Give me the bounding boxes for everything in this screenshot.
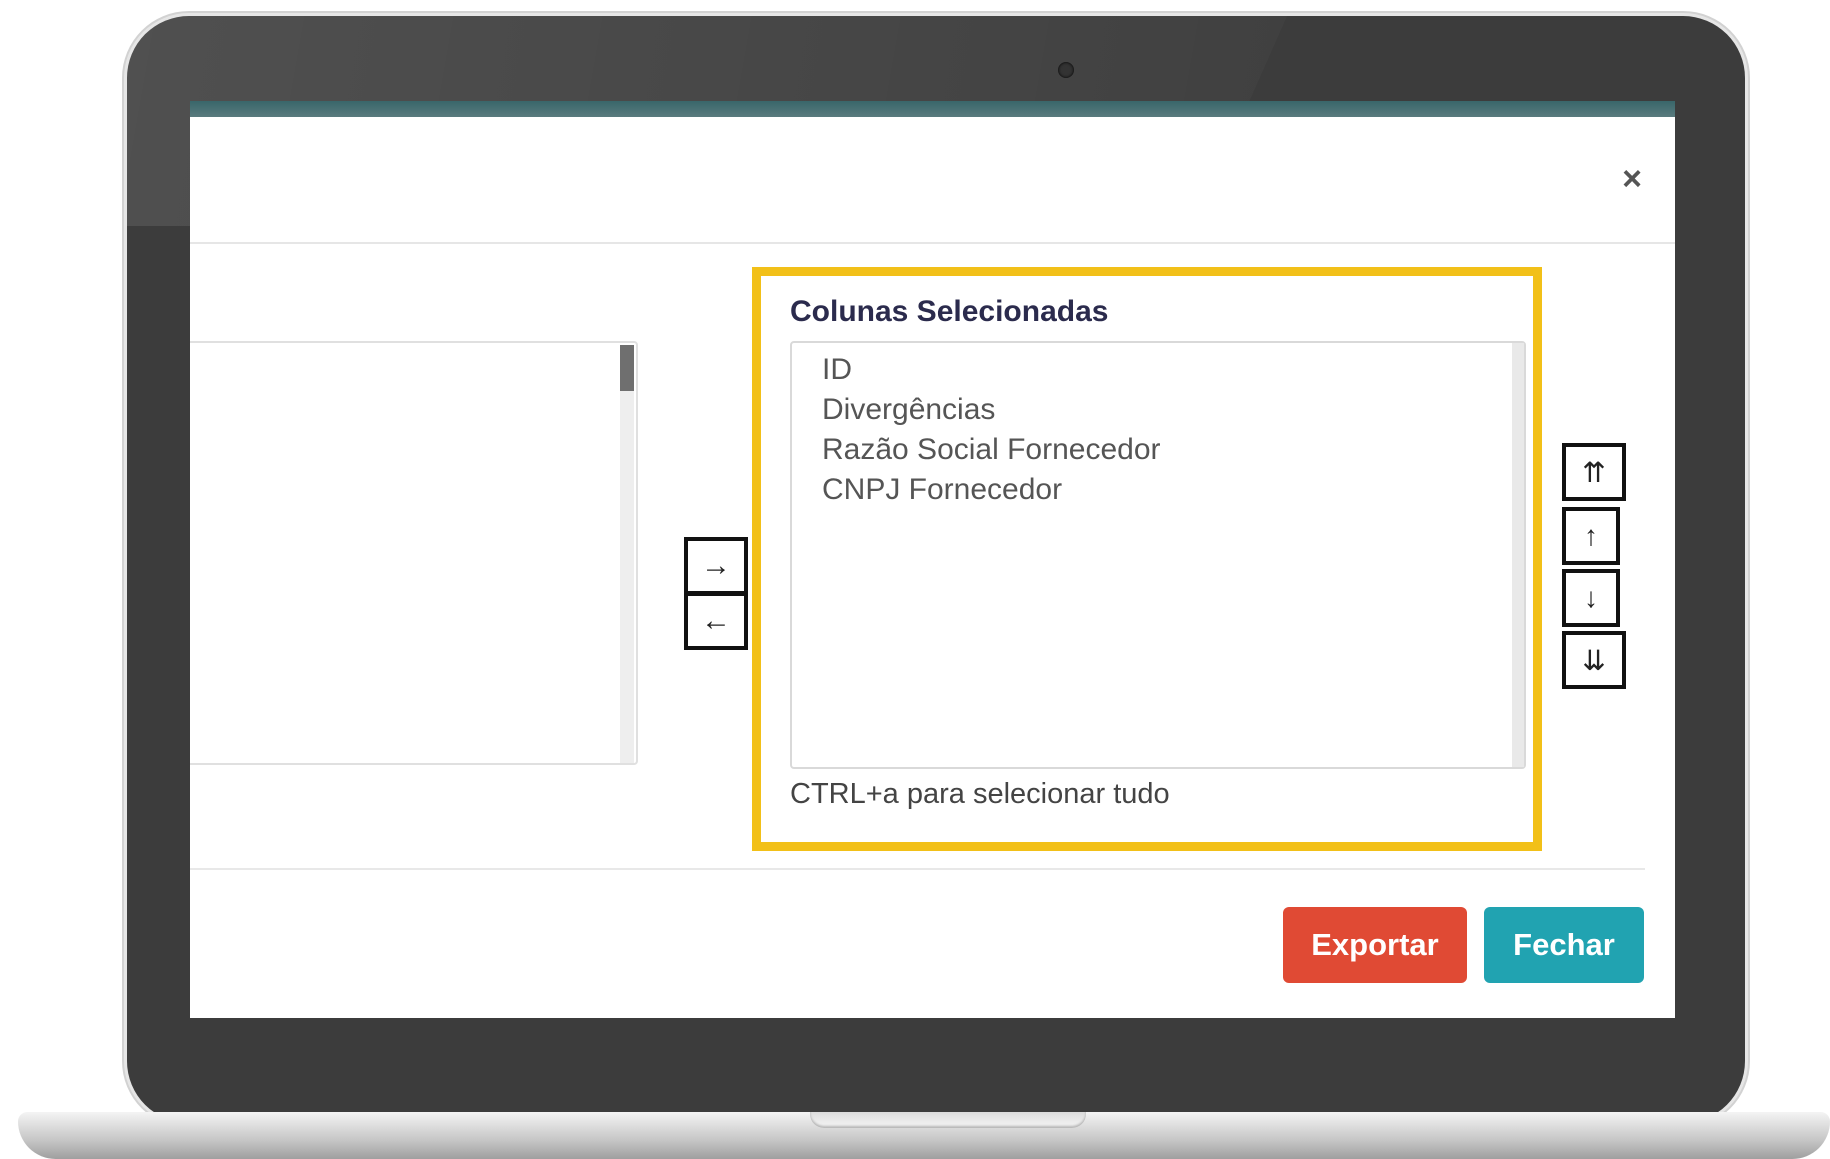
footer-divider <box>190 868 1645 870</box>
export-columns-modal: × → ← Colunas Selecionadas ID Divergênci… <box>190 117 1675 1018</box>
webcam <box>1058 62 1074 78</box>
arrow-up-icon: ↑ <box>1584 520 1598 551</box>
select-all-hint: CTRL+a para selecionar tudo <box>790 778 1170 810</box>
close-button[interactable]: Fechar <box>1484 907 1644 983</box>
scrollbar-track[interactable] <box>620 345 634 763</box>
laptop-base <box>18 1112 1830 1159</box>
double-arrow-up-icon: ⇈ <box>1582 456 1606 488</box>
add-column-button[interactable]: → <box>684 537 748 595</box>
close-icon[interactable]: × <box>1612 159 1652 199</box>
arrow-right-icon: → <box>701 549 731 582</box>
double-arrow-down-icon: ⇊ <box>1582 644 1606 676</box>
list-item[interactable]: Razão Social Fornecedor <box>822 433 1161 467</box>
screen: × → ← Colunas Selecionadas ID Divergênci… <box>190 101 1675 1018</box>
list-item[interactable]: Divergências <box>822 393 995 427</box>
move-top-button[interactable]: ⇈ <box>1562 443 1626 501</box>
selected-columns-title: Colunas Selecionadas <box>790 295 1109 328</box>
arrow-down-icon: ↓ <box>1584 582 1598 613</box>
base-notch <box>810 1112 1086 1128</box>
move-down-button[interactable]: ↓ <box>1562 569 1620 627</box>
arrow-left-icon: ← <box>701 604 731 637</box>
selected-columns-list[interactable]: ID Divergências Razão Social Fornecedor … <box>790 341 1526 769</box>
scrollbar-track[interactable] <box>1512 343 1524 767</box>
available-columns-list[interactable] <box>190 341 638 765</box>
scrollbar-thumb[interactable] <box>620 345 634 391</box>
export-button[interactable]: Exportar <box>1283 907 1467 983</box>
header-divider <box>190 242 1675 244</box>
list-item[interactable]: ID <box>822 353 852 387</box>
page-backdrop <box>190 101 1675 117</box>
move-up-button[interactable]: ↑ <box>1562 507 1620 565</box>
remove-column-button[interactable]: ← <box>684 592 748 650</box>
list-item[interactable]: CNPJ Fornecedor <box>822 473 1062 507</box>
move-bottom-button[interactable]: ⇊ <box>1562 631 1626 689</box>
